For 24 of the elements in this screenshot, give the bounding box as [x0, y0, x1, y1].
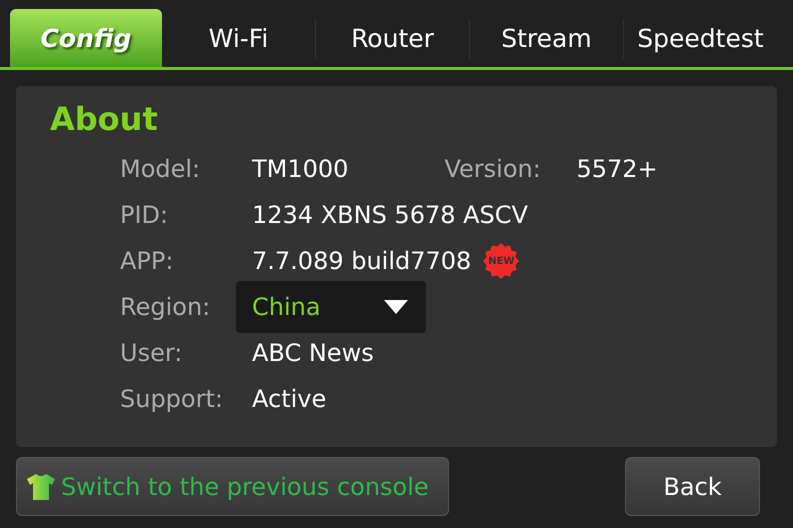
field-value: 1234 XBNS 5678 ASCV: [252, 201, 528, 229]
field-label: Region:: [120, 293, 212, 321]
field-value: ABC News: [252, 339, 374, 367]
tab[interactable]: Router: [316, 9, 469, 67]
field-label: APP:: [120, 247, 174, 275]
field-label: User:: [120, 339, 184, 367]
tab[interactable]: Stream: [470, 9, 623, 67]
field-value: Active: [252, 385, 326, 413]
field-value: TM1000: [252, 155, 348, 183]
switch-console-button[interactable]: Switch to the previous console: [16, 457, 449, 516]
section-title: About: [50, 100, 159, 138]
field-value: 5572+: [576, 155, 658, 183]
back-button[interactable]: Back: [625, 457, 760, 516]
field-label: Model:: [120, 155, 202, 183]
region-dropdown[interactable]: China: [236, 281, 426, 333]
shirt-icon: [27, 474, 55, 500]
field-label: PID:: [120, 201, 170, 229]
tab[interactable]: Wi-Fi: [162, 9, 315, 67]
tab[interactable]: Speedtest: [624, 9, 777, 67]
caret-icon: [384, 300, 408, 314]
field-value: 7.7.089 build7708: [252, 247, 472, 275]
field-label: Support:: [120, 385, 224, 413]
field-label: Version:: [444, 155, 542, 183]
new-badge: NEW: [483, 243, 520, 279]
